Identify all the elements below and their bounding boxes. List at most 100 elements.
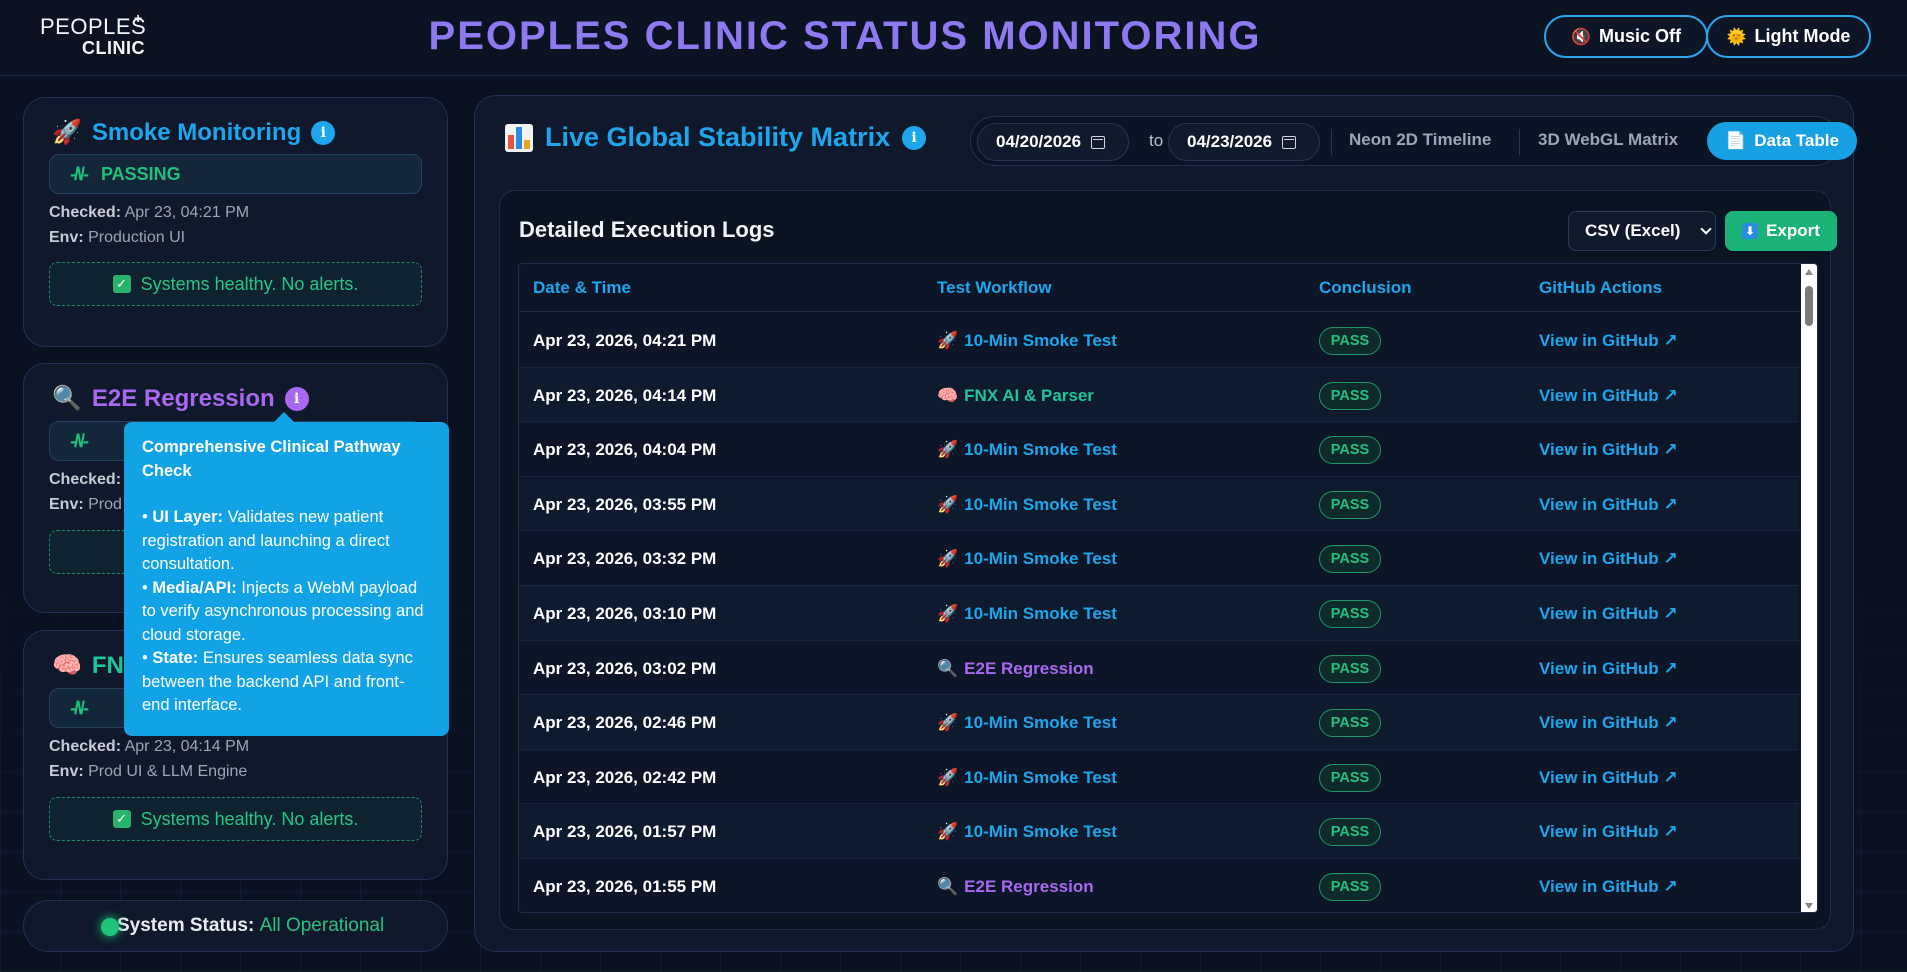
row-workflow[interactable]: 🔍 E2E Regression (937, 877, 1094, 897)
table-row: Apr 23, 2026, 03:55 PM 🚀 10-Min Smoke Test… (519, 476, 1799, 532)
table-row: Apr 23, 2026, 01:55 PM 🔍 E2E Regression PAS… (519, 859, 1799, 912)
column-header-conclusion[interactable]: Conclusion (1319, 278, 1412, 298)
e2e-env: Env: Prod (49, 496, 122, 514)
chevron-down-icon (1700, 223, 1713, 235)
view-in-github-link[interactable]: View in GitHub ↗ (1539, 768, 1678, 788)
row-workflow[interactable]: 🚀 10-Min Smoke Test (937, 822, 1117, 842)
tab-neon-2d-timeline[interactable]: Neon 2D Timeline (1349, 130, 1491, 150)
e2e-info-tooltip: Comprehensive Clinical Pathway Check • U… (124, 412, 449, 736)
table-row: Apr 23, 2026, 03:02 PM 🔍 E2E Regression PAS… (519, 641, 1799, 696)
table-row: Apr 23, 2026, 02:46 PM 🚀 10-Min Smoke Test… (519, 695, 1799, 750)
export-button[interactable]: ⬇ Export (1725, 211, 1837, 251)
pass-badge: PASS (1319, 545, 1381, 574)
calendar-icon[interactable] (1091, 135, 1106, 149)
row-workflow[interactable]: 🚀 10-Min Smoke Test (937, 331, 1117, 351)
table-row: Apr 23, 2026, 04:04 PM 🚀 10-Min Smoke Test… (519, 422, 1799, 477)
date-to-input[interactable]: 04/23/2026 (1168, 123, 1320, 161)
row-workflow-label: 10-Min Smoke Test (964, 331, 1117, 350)
env-label: Env: (49, 496, 84, 513)
music-toggle-button[interactable]: 🔇 Music Off (1544, 15, 1708, 58)
view-in-github-link[interactable]: View in GitHub ↗ (1539, 659, 1678, 679)
music-toggle-label: Music Off (1598, 26, 1681, 46)
view-in-github-link[interactable]: View in GitHub ↗ (1539, 386, 1678, 406)
pass-badge: PASS (1319, 381, 1381, 410)
smoke-checked: Checked: Apr 23, 04:21 PM (49, 204, 249, 222)
row-workflow[interactable]: 🚀 10-Min Smoke Test (937, 495, 1117, 515)
app-header: PEOPLES + CLINIC PEOPLES CLINIC STATUS M… (0, 0, 1907, 76)
row-date: Apr 23, 2026, 02:42 PM (533, 767, 717, 787)
system-status-bar: System Status: All Operational (23, 900, 448, 952)
row-workflow[interactable]: 🚀 10-Min Smoke Test (937, 549, 1117, 569)
theme-toggle-button[interactable]: 🌞 Light Mode (1706, 15, 1871, 58)
row-workflow[interactable]: 🧠 FNX AI & Parser (937, 386, 1094, 406)
row-workflow[interactable]: 🚀 10-Min Smoke Test (937, 604, 1117, 624)
export-format-select[interactable]: CSV (Excel) (1568, 211, 1716, 251)
pass-badge: PASS (1319, 709, 1381, 738)
table-row: Apr 23, 2026, 02:42 PM 🚀 10-Min Smoke Test… (519, 750, 1799, 805)
pass-badge: PASS (1319, 763, 1381, 792)
view-in-github-link[interactable]: View in GitHub ↗ (1539, 549, 1678, 569)
env-label: Env: (49, 229, 84, 246)
row-workflow[interactable]: 🔍 E2E Regression (937, 659, 1094, 679)
pass-badge: PASS (1319, 490, 1381, 519)
row-workflow[interactable]: 🚀 10-Min Smoke Test (937, 768, 1117, 788)
column-header-actions[interactable]: GitHub Actions (1539, 278, 1662, 298)
export-button-label: Export (1766, 221, 1820, 240)
rocket-icon: 🚀 (937, 494, 959, 514)
checked-label: Checked: (49, 204, 122, 221)
smoke-status-pill: -/\/- PASSING (49, 154, 422, 194)
table-header: Date & Time Test Workflow Conclusion Git… (519, 264, 1815, 312)
tooltip-item: • UI Layer: Validates new patient regist… (142, 508, 390, 573)
view-in-github-link[interactable]: View in GitHub ↗ (1539, 604, 1678, 624)
document-icon: 📄 (1725, 131, 1747, 150)
tab-3d-webgl-matrix[interactable]: 3D WebGL Matrix (1538, 130, 1678, 150)
check-icon: ✓ (112, 275, 131, 293)
view-in-github-link[interactable]: View in GitHub ↗ (1539, 331, 1678, 351)
row-workflow-label: FNX AI & Parser (964, 385, 1094, 405)
pass-badge: PASS (1319, 600, 1381, 628)
scroll-down-icon[interactable] (1805, 903, 1813, 909)
logs-table: Date & Time Test Workflow Conclusion Git… (518, 263, 1818, 913)
column-header-workflow[interactable]: Test Workflow (937, 278, 1052, 298)
heartbeat-icon: -/\/- (70, 697, 89, 718)
row-workflow-label: 10-Min Smoke Test (964, 604, 1117, 623)
row-date: Apr 23, 2026, 01:55 PM (533, 877, 717, 896)
row-workflow-label: 10-Min Smoke Test (964, 549, 1117, 569)
info-icon[interactable]: i (311, 120, 336, 145)
view-in-github-link[interactable]: View in GitHub ↗ (1539, 495, 1678, 515)
magnifier-icon: 🔍 (52, 385, 82, 412)
env-value: Production UI (88, 229, 186, 246)
column-header-date[interactable]: Date & Time (533, 278, 631, 298)
magnifier-icon: 🔍 (937, 658, 959, 678)
env-value: Prod (88, 496, 122, 513)
tooltip-item-label: Media/API: (152, 578, 237, 597)
scroll-up-icon[interactable] (1805, 269, 1813, 275)
system-status-value: All Operational (259, 915, 385, 936)
tab-data-table[interactable]: 📄 Data Table (1707, 122, 1857, 160)
info-icon[interactable]: i (902, 125, 927, 150)
tooltip-title: Comprehensive Clinical Pathway Check (142, 438, 401, 480)
date-to-value: 04/23/2026 (1187, 132, 1273, 151)
scroll-thumb[interactable] (1805, 286, 1813, 326)
rocket-icon: 🚀 (937, 440, 959, 460)
healthy-label: Systems healthy. No alerts. (140, 273, 359, 294)
view-in-github-link[interactable]: View in GitHub ↗ (1539, 713, 1678, 733)
row-workflow-label: 10-Min Smoke Test (964, 822, 1117, 842)
row-workflow[interactable]: 🚀 10-Min Smoke Test (937, 440, 1117, 460)
page-title: PEOPLES CLINIC STATUS MONITORING (428, 14, 1262, 58)
execution-logs-panel: Detailed Execution Logs CSV (Excel) ⬇ Ex… (499, 190, 1837, 930)
view-in-github-link[interactable]: View in GitHub ↗ (1539, 440, 1678, 460)
date-from-input[interactable]: 04/20/2026 (977, 123, 1129, 161)
calendar-icon[interactable] (1282, 135, 1297, 149)
rocket-icon: 🚀 (52, 119, 82, 146)
table-scrollbar[interactable] (1801, 264, 1817, 912)
table-row: Apr 23, 2026, 04:14 PM 🧠 FNX AI & Parser PA… (519, 367, 1799, 423)
speaker-muted-icon: 🔇 (1571, 28, 1591, 46)
info-icon[interactable]: i (284, 386, 309, 411)
view-in-github-link[interactable]: View in GitHub ↗ (1539, 822, 1678, 842)
row-workflow-label: 10-Min Smoke Test (964, 713, 1117, 733)
rocket-icon: 🚀 (937, 713, 959, 733)
row-workflow[interactable]: 🚀 10-Min Smoke Test (937, 713, 1117, 733)
view-in-github-link[interactable]: View in GitHub ↗ (1539, 877, 1678, 897)
date-from-value: 04/20/2026 (996, 132, 1082, 151)
